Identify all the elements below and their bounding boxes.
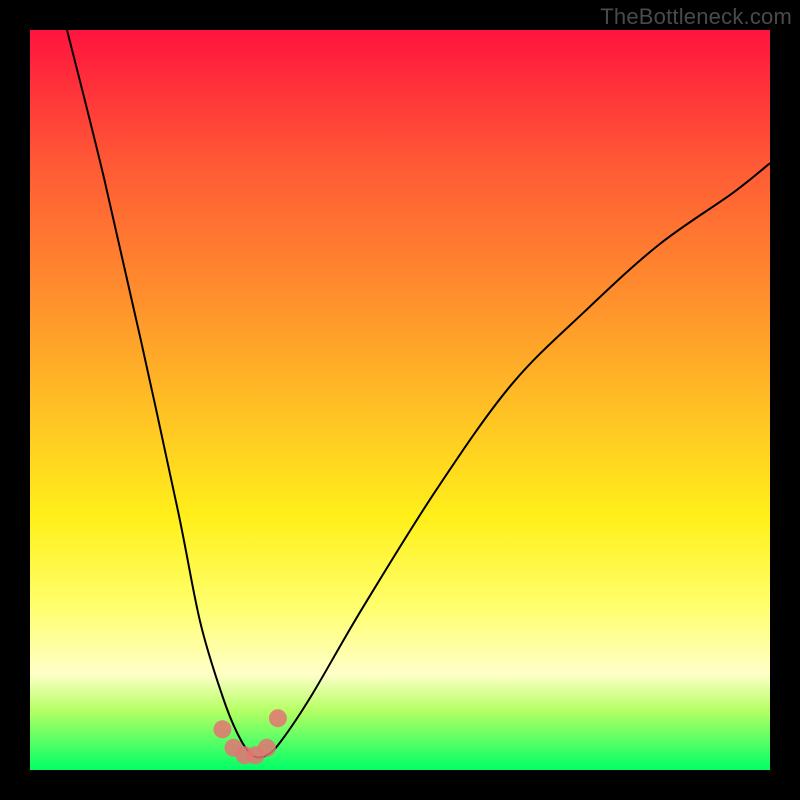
marker-dot (269, 709, 287, 727)
watermark-text: TheBottleneck.com (600, 4, 792, 30)
marker-dot (213, 720, 231, 738)
chart-svg (0, 0, 800, 800)
bottleneck-curve-path (67, 30, 770, 758)
marker-group (213, 709, 287, 764)
marker-dot (258, 739, 276, 757)
